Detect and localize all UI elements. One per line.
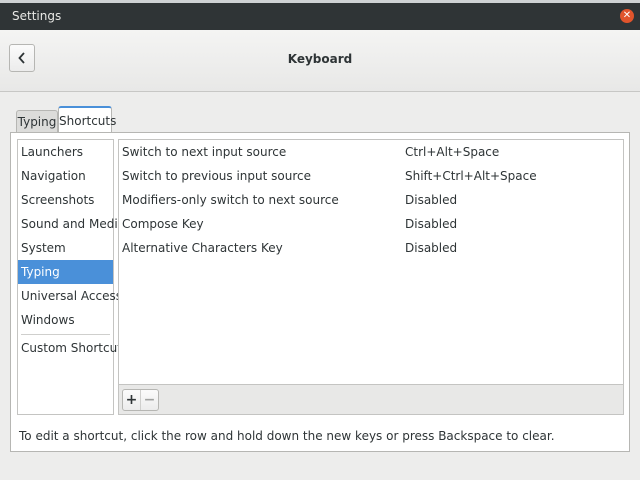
sidebar-item-system[interactable]: System — [18, 236, 113, 260]
page-title: Keyboard — [287, 52, 353, 66]
shortcuts-panel: Launchers Navigation Screenshots Sound a… — [10, 132, 630, 452]
shortcut-row[interactable]: Switch to next input source Ctrl+Alt+Spa… — [119, 140, 623, 164]
header-bar: Keyboard — [0, 30, 640, 92]
sidebar-item-screenshots[interactable]: Screenshots — [18, 188, 113, 212]
close-icon[interactable]: ✕ — [620, 9, 634, 23]
shortcut-row[interactable]: Alternative Characters Key Disabled — [119, 236, 623, 260]
shortcut-list: Switch to next input source Ctrl+Alt+Spa… — [118, 139, 624, 415]
sidebar-item-universal-access[interactable]: Universal Access — [18, 284, 122, 308]
shortcut-row[interactable]: Modifiers-only switch to next source Dis… — [119, 188, 623, 212]
sidebar-item-navigation[interactable]: Navigation — [18, 164, 113, 188]
sidebar-item-custom-shortcuts[interactable]: Custom Shortcuts — [18, 336, 128, 360]
window-title: Settings — [12, 9, 62, 23]
shortcut-row[interactable]: Switch to previous input source Shift+Ct… — [119, 164, 623, 188]
shortcut-name: Switch to next input source — [122, 145, 287, 159]
shortcut-name: Alternative Characters Key — [122, 241, 283, 255]
shortcut-row[interactable]: Compose Key Disabled — [119, 212, 623, 236]
shortcut-accel: Disabled — [405, 193, 458, 207]
shortcut-toolbar: + − — [119, 384, 623, 414]
shortcut-accel: Shift+Ctrl+Alt+Space — [405, 169, 537, 183]
content-area: Typing Shortcuts Launchers Navigation Sc… — [0, 92, 640, 480]
tab-shortcuts[interactable]: Shortcuts — [58, 106, 116, 134]
sidebar-item-sound-and-media[interactable]: Sound and Media — [18, 212, 125, 236]
shortcut-name: Switch to previous input source — [122, 169, 311, 183]
add-shortcut-button[interactable]: + — [123, 390, 141, 410]
shortcut-accel: Ctrl+Alt+Space — [405, 145, 500, 159]
help-text: To edit a shortcut, click the row and ho… — [19, 429, 555, 443]
window-titlebar: Settings ✕ — [0, 3, 640, 30]
sidebar-divider — [21, 334, 110, 335]
shortcut-name: Compose Key — [122, 217, 204, 231]
shortcut-accel: Disabled — [405, 241, 458, 255]
remove-shortcut-button[interactable]: − — [141, 390, 158, 410]
shortcut-name: Modifiers-only switch to next source — [122, 193, 339, 207]
add-remove-group: + − — [122, 389, 159, 411]
sidebar-item-launchers[interactable]: Launchers — [18, 140, 113, 164]
shortcut-accel: Disabled — [405, 217, 458, 231]
sidebar-item-typing[interactable]: Typing — [18, 260, 113, 284]
sidebar-item-windows[interactable]: Windows — [18, 308, 113, 332]
tab-typing[interactable]: Typing — [16, 110, 58, 133]
category-list: Launchers Navigation Screenshots Sound a… — [17, 139, 128, 415]
